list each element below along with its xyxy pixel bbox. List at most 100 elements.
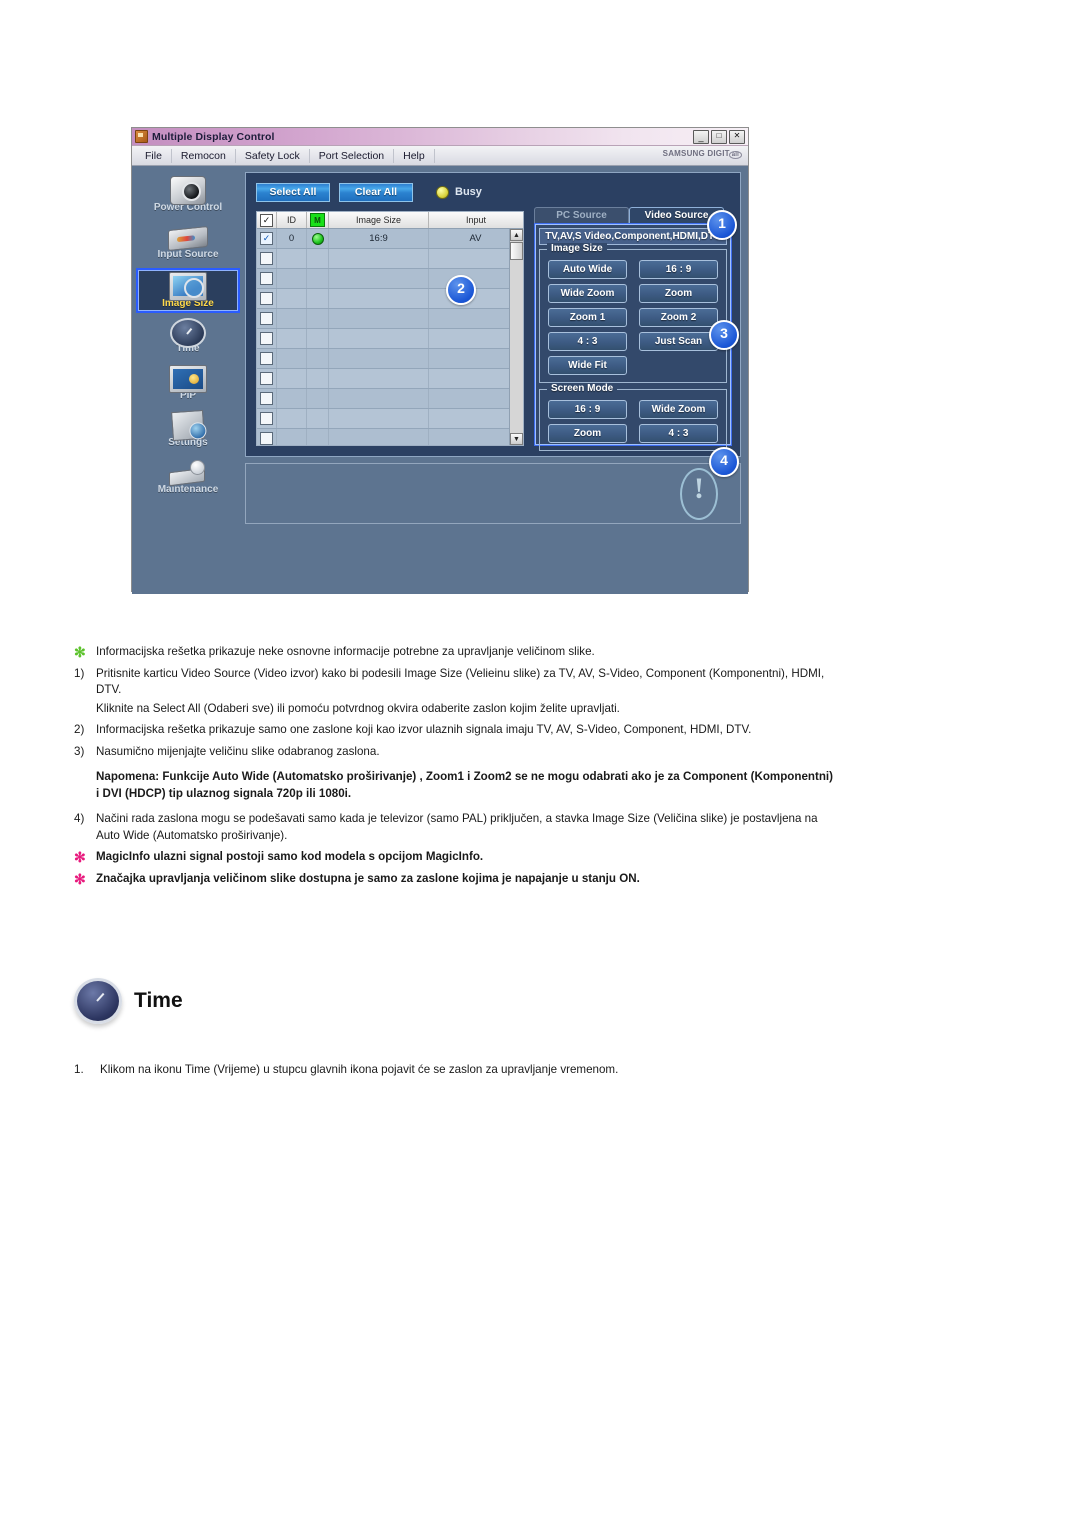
table-row[interactable] xyxy=(257,429,523,445)
table-row[interactable] xyxy=(257,289,523,309)
menu-item-safety-lock[interactable]: Safety Lock xyxy=(236,148,310,163)
row-checkbox-cell[interactable] xyxy=(257,329,277,348)
wide-fit-button[interactable]: Wide Fit xyxy=(548,356,627,375)
exclamation-icon xyxy=(680,468,718,520)
row-checkbox[interactable] xyxy=(260,312,273,325)
screen-mode-group: Screen Mode 16 : 9 Wide Zoom Zoom 4 : 3 xyxy=(539,383,727,451)
screen-mode-wide-zoom-button[interactable]: Wide Zoom xyxy=(639,400,718,419)
screen-mode-4-3-button[interactable]: 4 : 3 xyxy=(639,424,718,443)
row-checkbox[interactable] xyxy=(260,252,273,265)
pink-star-icon: ✻ xyxy=(74,870,86,887)
callout-badge-2: 2 xyxy=(446,275,476,305)
samsung-logo-suffix: all xyxy=(728,151,742,159)
row-checkbox[interactable] xyxy=(260,392,273,405)
table-row[interactable] xyxy=(257,349,523,369)
zoom-1-button[interactable]: Zoom 1 xyxy=(548,308,627,327)
note-item-power-on: ✻ Značajka upravljanja veličinom slike d… xyxy=(74,871,834,888)
row-checkbox-cell[interactable]: ✓ xyxy=(257,229,277,248)
row-checkbox[interactable] xyxy=(260,412,273,425)
close-button[interactable]: ✕ xyxy=(729,130,745,144)
table-row[interactable] xyxy=(257,389,523,409)
app-window-icon xyxy=(135,130,148,143)
table-row[interactable] xyxy=(257,309,523,329)
sidebar-item-time[interactable]: Time xyxy=(136,315,240,360)
screen-mode-zoom-button[interactable]: Zoom xyxy=(548,424,627,443)
input-source-icon xyxy=(165,221,211,252)
minimize-button[interactable]: _ xyxy=(693,130,709,144)
just-scan-button[interactable]: Just Scan xyxy=(639,332,718,351)
time-step-marker: 1. xyxy=(74,1063,84,1076)
grid-header-checkbox-cell[interactable]: ✓ xyxy=(257,212,277,228)
sidebar-item-input-source[interactable]: Input Source xyxy=(136,221,240,266)
row-checkbox-cell[interactable] xyxy=(257,429,277,445)
samsung-logo: SAMSUNG DIGIT all xyxy=(663,149,742,159)
display-info-grid: ✓ ID M Image Size Input ✓ 0 16:9 AV ▲ ▼ xyxy=(256,211,524,446)
row-checkbox[interactable] xyxy=(260,432,273,445)
screen-mode-16-9-button[interactable]: 16 : 9 xyxy=(548,400,627,419)
table-row[interactable] xyxy=(257,329,523,349)
busy-indicator: Busy xyxy=(436,185,482,199)
row-checkbox[interactable] xyxy=(260,352,273,365)
scrollbar-thumb[interactable] xyxy=(510,242,523,260)
row-checkbox-cell[interactable] xyxy=(257,309,277,328)
16-9-button[interactable]: 16 : 9 xyxy=(639,260,718,279)
row-checkbox[interactable] xyxy=(260,332,273,345)
sidebar-item-pip[interactable]: PIP xyxy=(136,362,240,407)
wide-zoom-button[interactable]: Wide Zoom xyxy=(548,284,627,303)
row-id xyxy=(277,249,307,268)
note-item: 4) Načini rada zaslona mogu se podešavat… xyxy=(74,811,834,844)
row-checkbox[interactable] xyxy=(260,372,273,385)
select-all-checkbox[interactable]: ✓ xyxy=(260,213,273,227)
sidebar-item-power-control[interactable]: Power Control xyxy=(136,174,240,219)
row-power-cell xyxy=(307,389,329,408)
scroll-down-arrow-icon[interactable]: ▼ xyxy=(510,433,523,445)
table-row[interactable] xyxy=(257,409,523,429)
row-checkbox-cell[interactable] xyxy=(257,269,277,288)
row-checkbox[interactable]: ✓ xyxy=(260,232,273,245)
4-3-button[interactable]: 4 : 3 xyxy=(548,332,627,351)
sidebar-item-image-size[interactable]: Image Size xyxy=(136,268,240,313)
row-checkbox-cell[interactable] xyxy=(257,349,277,368)
scroll-up-arrow-icon[interactable]: ▲ xyxy=(510,229,523,241)
row-checkbox[interactable] xyxy=(260,292,273,305)
tab-pc-source[interactable]: PC Source xyxy=(534,207,630,223)
window-titlebar: Multiple Display Control _ □ ✕ xyxy=(132,128,748,146)
maximize-button[interactable]: □ xyxy=(711,130,727,144)
row-checkbox-cell[interactable] xyxy=(257,249,277,268)
row-checkbox-cell[interactable] xyxy=(257,289,277,308)
table-row[interactable]: ✓ 0 16:9 AV xyxy=(257,229,523,249)
menu-item-port-selection[interactable]: Port Selection xyxy=(310,148,395,163)
grid-header-row: ✓ ID M Image Size Input xyxy=(257,212,523,229)
row-checkbox-cell[interactable] xyxy=(257,389,277,408)
note-item: ✻ Informacijska rešetka prikazuje neke o… xyxy=(74,644,834,661)
image-size-panel: Select All Clear All Busy ✓ ID M Image S… xyxy=(245,172,741,457)
auto-wide-button[interactable]: Auto Wide xyxy=(548,260,627,279)
sidebar-item-maintenance[interactable]: Maintenance xyxy=(136,456,240,501)
sidebar-item-settings[interactable]: Settings xyxy=(136,409,240,454)
window-title: Multiple Display Control xyxy=(152,130,275,143)
menu-item-remocon[interactable]: Remocon xyxy=(172,148,236,163)
row-image-size xyxy=(329,389,429,408)
select-all-button[interactable]: Select All xyxy=(256,182,330,202)
row-id xyxy=(277,429,307,445)
table-row[interactable] xyxy=(257,249,523,269)
grid-vertical-scrollbar[interactable]: ▲ ▼ xyxy=(509,229,523,445)
grid-header-id: ID xyxy=(277,212,307,228)
zoom-2-button[interactable]: Zoom 2 xyxy=(639,308,718,327)
zoom-button[interactable]: Zoom xyxy=(639,284,718,303)
clear-all-button[interactable]: Clear All xyxy=(339,182,413,202)
row-checkbox-cell[interactable] xyxy=(257,369,277,388)
row-checkbox-cell[interactable] xyxy=(257,409,277,428)
menu-item-help[interactable]: Help xyxy=(394,148,435,163)
menu-item-file[interactable]: File xyxy=(136,148,172,163)
note-text: MagicInfo ulazni signal postoji samo kod… xyxy=(96,850,484,863)
source-tab-panel: PC Source Video Source TV,AV,S Video,Com… xyxy=(534,205,732,451)
page-root: Multiple Display Control _ □ ✕ File Remo… xyxy=(0,0,1080,1527)
busy-led-icon xyxy=(436,185,449,199)
pip-icon xyxy=(165,362,211,393)
note-text: Napomena: Funkcije Auto Wide (Automatsko… xyxy=(96,770,834,800)
table-row[interactable] xyxy=(257,269,523,289)
row-checkbox[interactable] xyxy=(260,272,273,285)
table-row[interactable] xyxy=(257,369,523,389)
time-clock-icon xyxy=(165,315,211,348)
